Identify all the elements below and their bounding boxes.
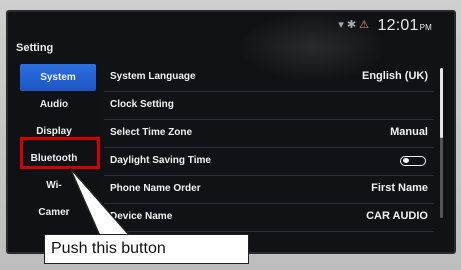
setting-label: Select Time Zone <box>110 127 193 138</box>
settings-list: System Language English (UK) Clock Setti… <box>104 64 434 250</box>
daylight-saving-toggle[interactable] <box>400 156 426 166</box>
setting-value: First Name <box>371 182 428 194</box>
head-unit-screen: ▾ ✱ ⚠ 12:01PM Setting System Audio Displ… <box>6 10 456 254</box>
setting-label: Device Name <box>110 211 173 222</box>
side-item-label: System <box>40 72 76 83</box>
callout-box: Push this button <box>44 234 249 264</box>
bluetooth-icon: ✱ <box>346 19 357 31</box>
side-item-system[interactable]: System <box>20 64 96 91</box>
setting-label: Phone Name Order <box>110 183 201 194</box>
photo-frame: ▾ ✱ ⚠ 12:01PM Setting System Audio Displ… <box>0 0 461 270</box>
side-item-label: Audio <box>39 99 69 110</box>
setting-row-device-name[interactable]: Device Name CAR AUDIO <box>104 204 434 232</box>
setting-value: English (UK) <box>362 70 428 82</box>
toggle-knob <box>403 158 409 163</box>
setting-label: System Language <box>110 71 196 82</box>
setting-value: Manual <box>390 126 428 138</box>
side-item-audio[interactable]: Audio <box>8 91 100 118</box>
setting-row-daylight-saving[interactable]: Daylight Saving Time <box>104 148 434 176</box>
side-item-label: Camer <box>38 207 70 218</box>
setting-row-system-language[interactable]: System Language English (UK) <box>104 64 434 92</box>
signal-icon: ▾ <box>338 19 344 31</box>
settings-scrollbar[interactable] <box>440 68 443 218</box>
clock-time: 12:01 <box>377 17 419 34</box>
clock-ampm: PM <box>419 23 432 32</box>
page-title: Setting <box>16 42 54 54</box>
status-bar: ▾ ✱ ⚠ 12:01PM <box>8 12 454 38</box>
setting-label: Daylight Saving Time <box>110 155 211 166</box>
warning-icon: ⚠ <box>359 19 369 31</box>
bluetooth-highlight-box <box>20 137 100 169</box>
side-item-label: Wi- <box>46 180 62 191</box>
status-icons: ▾ ✱ ⚠ <box>338 18 369 31</box>
clock: 12:01PM <box>378 17 432 35</box>
setting-row-phone-name-order[interactable]: Phone Name Order First Name <box>104 176 434 204</box>
setting-label: Clock Setting <box>110 99 174 110</box>
setting-value: CAR AUDIO <box>366 210 428 222</box>
setting-row-clock[interactable]: Clock Setting <box>104 92 434 120</box>
side-item-camera[interactable]: Camer <box>8 199 100 226</box>
scrollbar-thumb[interactable] <box>440 68 443 138</box>
setting-row-time-zone[interactable]: Select Time Zone Manual <box>104 120 434 148</box>
callout-text: Push this button <box>51 240 166 257</box>
side-item-wifi[interactable]: Wi- <box>8 172 100 199</box>
